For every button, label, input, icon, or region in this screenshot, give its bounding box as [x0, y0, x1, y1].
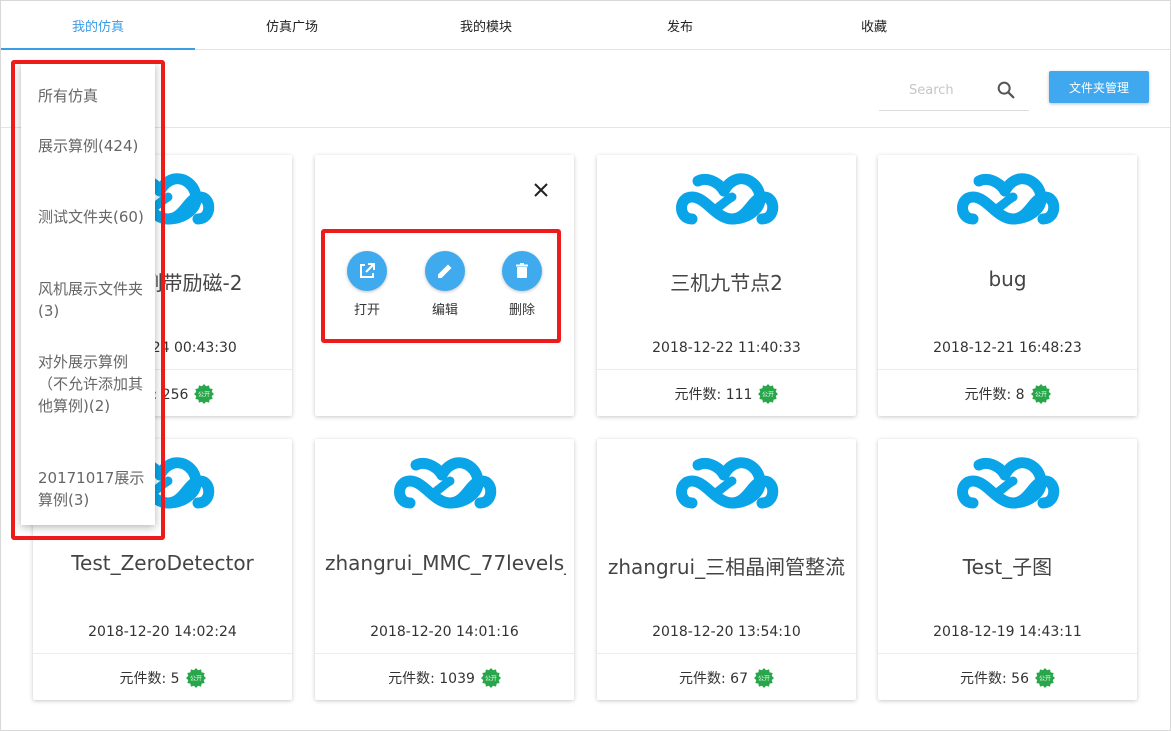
search-icon[interactable] [995, 79, 1017, 101]
public-badge-text: 公开 [762, 391, 774, 398]
toolbar: 文件夹管理 [1, 50, 1170, 128]
public-badge-text: 公开 [190, 675, 202, 682]
card-date: 2018-12-20 13:54:10 [652, 624, 801, 640]
card-date: 2018-12-20 14:02:24 [88, 624, 237, 640]
simulation-card[interactable]: zhangrui_三相晶闸管整流 2018-12-20 13:54:10 元件数… [597, 439, 856, 700]
folder-all[interactable]: 所有仿真 [38, 85, 148, 107]
simulation-grid: 展示算例带励磁-2 2018-12-24 00:43:30 元件数: 256 公… [1, 128, 1170, 730]
simulation-card-actions[interactable]: 打开 编辑 删除 [315, 155, 574, 416]
simulation-card[interactable]: Test_子图 2018-12-19 14:43:11 元件数: 56 公开 [878, 439, 1137, 700]
folder-wind[interactable]: 风机展示文件夹(3) [38, 278, 148, 322]
card-title: bug [988, 267, 1027, 291]
public-badge-icon: 公开 [753, 667, 774, 688]
component-count: 元件数: 111 [674, 386, 753, 403]
card-title: 三机九节点2 [670, 271, 783, 295]
edit-icon [425, 251, 465, 291]
card-title: zhangrui_MMC_77levels_2on [325, 551, 566, 575]
app-window: 我的仿真 仿真广场 我的模块 发布 收藏 文件夹管理 展示算例带励磁-2 201… [0, 0, 1171, 731]
delete-button[interactable]: 删除 [492, 251, 552, 318]
public-badge-icon: 公开 [480, 667, 501, 688]
component-count: 元件数: 5 [119, 670, 180, 687]
tab-publish[interactable]: 发布 [583, 1, 777, 49]
public-badge-text: 公开 [1035, 391, 1047, 398]
card-date: 2018-12-22 11:40:33 [652, 340, 801, 356]
cloud-logo-icon [676, 173, 779, 225]
public-badge-icon: 公开 [758, 383, 779, 404]
component-count: 元件数: 56 [960, 670, 1029, 687]
trash-icon [502, 251, 542, 291]
card-title: Test_子图 [962, 555, 1053, 579]
open-icon [347, 251, 387, 291]
card-footer: 元件数: 5 公开 [33, 653, 292, 700]
public-badge-text: 公开 [758, 675, 770, 682]
card-footer: 元件数: 1039 公开 [315, 653, 574, 700]
card-date: 2018-12-19 14:43:11 [933, 624, 1082, 640]
public-badge-icon: 公开 [185, 667, 206, 688]
card-footer: 元件数: 56 公开 [878, 653, 1137, 700]
simulation-card[interactable]: 三机九节点2 2018-12-22 11:40:33 元件数: 111 公开 [597, 155, 856, 416]
public-badge-icon: 公开 [194, 383, 215, 404]
cloud-logo-icon [957, 457, 1060, 509]
simulation-card[interactable]: zhangrui_MMC_77levels_2on 2018-12-20 14:… [315, 439, 574, 700]
component-count: 元件数: 1039 [388, 670, 475, 687]
folder-showcase[interactable]: 展示算例(424) [38, 135, 148, 157]
folder-dropdown: 所有仿真 展示算例(424) 测试文件夹(60) 风机展示文件夹(3) 对外展示… [21, 63, 155, 525]
folder-external[interactable]: 对外展示算例（不允许添加其他算例)(2) [38, 351, 148, 417]
cloud-logo-icon [676, 457, 779, 509]
edit-label: 编辑 [431, 303, 458, 318]
delete-label: 删除 [508, 303, 535, 318]
public-badge-icon: 公开 [1030, 383, 1051, 404]
search-input[interactable] [907, 78, 1001, 102]
open-label: 打开 [353, 303, 380, 318]
card-title: Test_ZeroDetector [71, 551, 254, 575]
tab-my-modules[interactable]: 我的模块 [389, 1, 583, 49]
folder-management-button[interactable]: 文件夹管理 [1049, 71, 1149, 103]
edit-button[interactable]: 编辑 [415, 251, 475, 318]
public-badge-icon: 公开 [1034, 667, 1055, 688]
tab-simulation-square[interactable]: 仿真广场 [195, 1, 389, 49]
public-badge-text: 公开 [198, 391, 210, 398]
card-footer: 元件数: 67 公开 [597, 653, 856, 700]
cloud-logo-icon [394, 457, 497, 509]
card-title: zhangrui_三相晶闸管整流 [607, 555, 846, 579]
public-badge-text: 公开 [1039, 675, 1051, 682]
folder-test[interactable]: 测试文件夹(60) [38, 206, 148, 228]
top-tab-bar: 我的仿真 仿真广场 我的模块 发布 收藏 [1, 1, 1170, 50]
search-box [879, 70, 1029, 111]
cloud-logo-icon [957, 173, 1060, 225]
open-button[interactable]: 打开 [337, 251, 397, 318]
card-footer: 元件数: 8 公开 [878, 369, 1137, 416]
card-footer: 元件数: 111 公开 [597, 369, 856, 416]
component-count: 元件数: 67 [679, 670, 748, 687]
card-date: 2018-12-20 14:01:16 [370, 624, 519, 640]
simulation-card[interactable]: bug 2018-12-21 16:48:23 元件数: 8 公开 [878, 155, 1137, 416]
public-badge-text: 公开 [485, 675, 497, 682]
tab-favorites[interactable]: 收藏 [777, 1, 971, 49]
folder-20171017[interactable]: 20171017展示算例(3) [38, 467, 148, 511]
tab-my-simulations[interactable]: 我的仿真 [1, 1, 195, 50]
close-icon[interactable] [533, 182, 549, 198]
component-count: 元件数: 8 [964, 386, 1025, 403]
card-date: 2018-12-21 16:48:23 [933, 340, 1082, 356]
